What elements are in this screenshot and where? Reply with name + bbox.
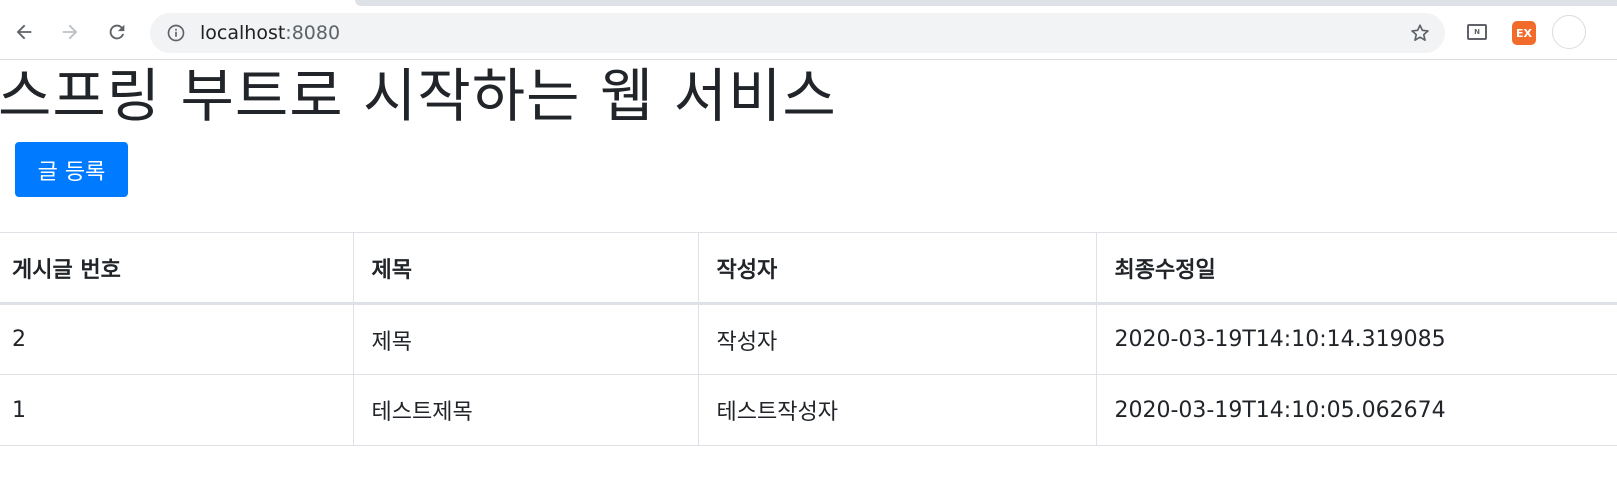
header-title: 제목 xyxy=(352,232,698,305)
reload-button[interactable] xyxy=(103,18,131,46)
url-text[interactable]: localhost:8080 xyxy=(200,22,340,44)
cell-post-number: 2 xyxy=(0,303,353,375)
arrow-right-icon xyxy=(62,24,78,40)
n-extension-icon[interactable]: N xyxy=(1467,24,1487,40)
ex-extension-icon[interactable]: EX xyxy=(1512,21,1536,45)
browser-toolbar: localhost:8080 N EX xyxy=(0,0,1617,60)
register-post-button[interactable]: 글 등록 xyxy=(15,142,128,197)
table-row: 2 제목 작성자 2020-03-19T14:10:14.319085 xyxy=(0,303,1617,375)
ex-extension-label: EX xyxy=(1516,26,1532,40)
cell-title: 테스트제목 xyxy=(352,374,698,446)
url-port: :8080 xyxy=(285,22,341,44)
arrow-left-icon xyxy=(16,24,32,40)
info-icon[interactable] xyxy=(166,23,186,43)
reload-icon xyxy=(109,24,125,40)
header-last-modified: 최종수정일 xyxy=(1095,232,1617,305)
table-header-row: 게시글 번호 제목 작성자 최종수정일 xyxy=(0,232,1617,305)
url-host: localhost xyxy=(200,22,286,44)
n-extension-label: N xyxy=(1474,28,1480,36)
address-bar[interactable]: localhost:8080 xyxy=(150,13,1445,53)
page-title: 스프링 부트로 시작하는 웹 서비스 xyxy=(0,62,837,130)
tab-strip xyxy=(355,0,1617,6)
cell-author: 작성자 xyxy=(697,303,1096,375)
cell-post-number: 1 xyxy=(0,374,353,446)
cell-title: 제목 xyxy=(352,303,698,375)
cell-author: 테스트작성자 xyxy=(697,374,1096,446)
header-author: 작성자 xyxy=(697,232,1096,305)
cell-last-modified: 2020-03-19T14:10:14.319085 xyxy=(1095,303,1617,375)
forward-button[interactable] xyxy=(56,18,84,46)
table-row: 1 테스트제목 테스트작성자 2020-03-19T14:10:05.06267… xyxy=(0,374,1617,446)
posts-table: 게시글 번호 제목 작성자 최종수정일 2 제목 작성자 2020-03-19T… xyxy=(0,232,1617,446)
header-post-number: 게시글 번호 xyxy=(0,232,353,305)
back-button[interactable] xyxy=(10,18,38,46)
cell-last-modified: 2020-03-19T14:10:05.062674 xyxy=(1095,374,1617,446)
profile-avatar-icon[interactable] xyxy=(1552,15,1586,49)
bookmark-star-icon[interactable] xyxy=(1409,22,1431,44)
